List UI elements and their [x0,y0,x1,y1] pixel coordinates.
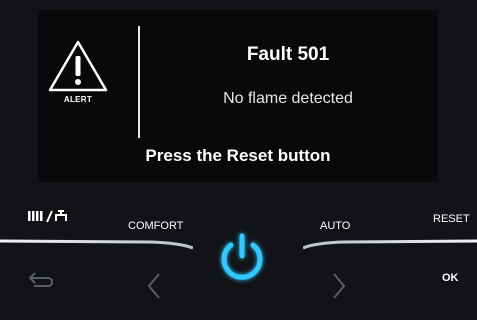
display-divider [138,26,140,138]
comfort-button[interactable]: COMFORT [128,220,183,232]
radiator-tap-icon[interactable] [26,208,74,224]
alert-indicator: ALERT [46,38,126,118]
warning-triangle-icon [48,40,108,92]
right-light-bar [303,239,477,250]
power-button[interactable] [212,228,272,288]
fault-description: No flame detected [223,90,353,107]
alert-label: ALERT [63,95,93,104]
auto-button[interactable]: AUTO [320,220,350,232]
fault-code-title: Fault 501 [246,44,330,65]
ok-button[interactable]: OK [442,272,459,284]
power-icon [221,233,263,280]
chevron-right-icon[interactable] [331,272,347,300]
boiler-control-panel: ALERT Fault 501 No flame detected Press … [0,0,477,320]
chevron-left-icon[interactable] [146,272,162,300]
reset-instruction: Press the Reset button [145,146,331,165]
back-arrow-icon[interactable] [26,270,54,290]
left-light-bar [0,239,193,250]
reset-button[interactable]: RESET [433,213,470,225]
